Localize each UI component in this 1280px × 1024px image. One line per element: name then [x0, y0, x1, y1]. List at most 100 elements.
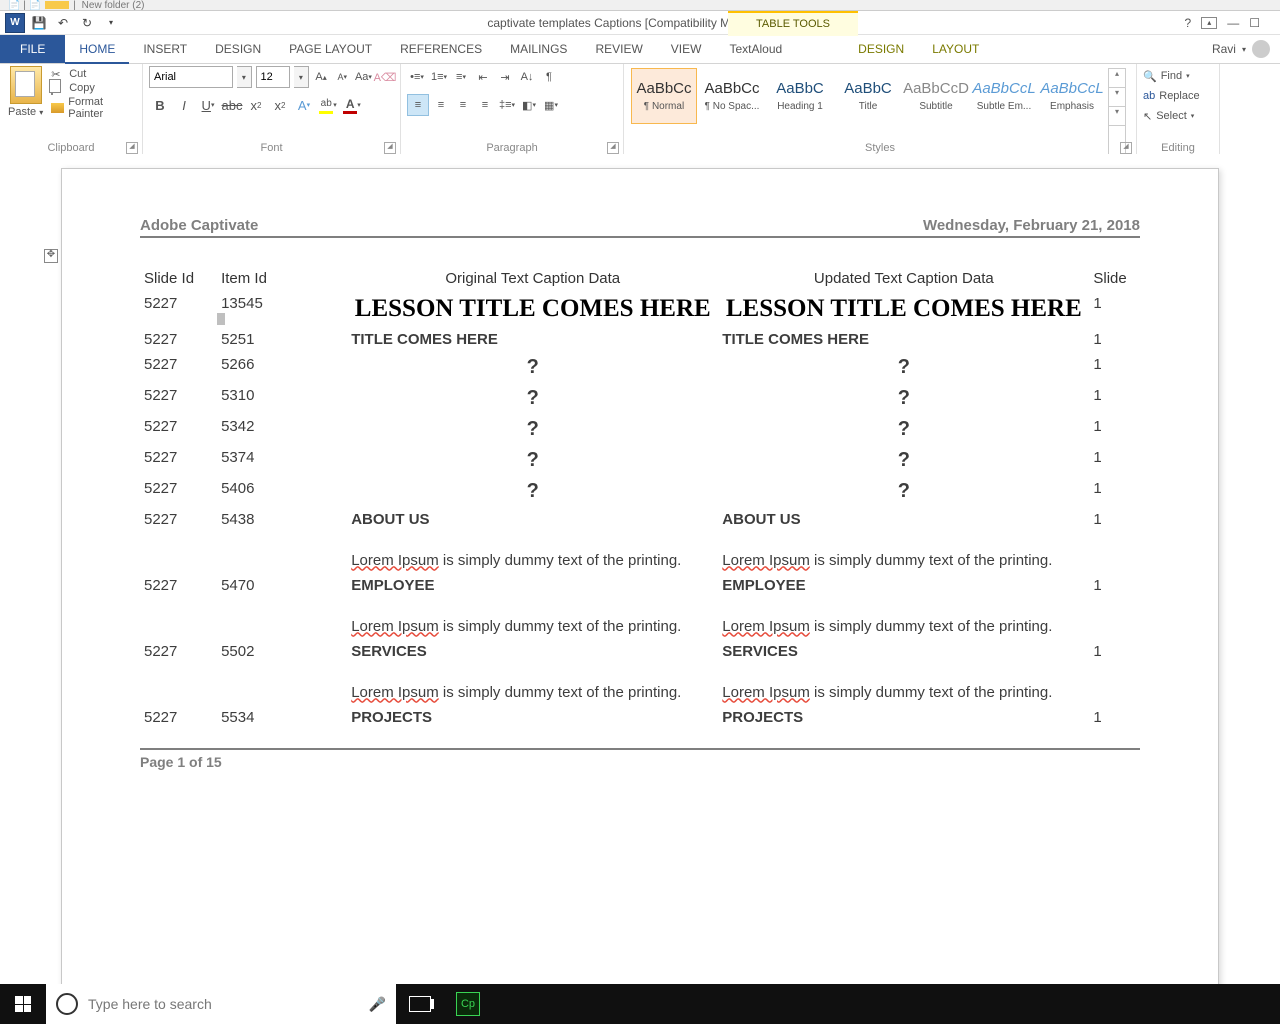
strikethrough-button[interactable]: abc [221, 95, 243, 115]
clear-formatting-button[interactable]: A⌫ [376, 67, 394, 87]
align-right-button[interactable]: ≡ [453, 95, 473, 115]
table-row[interactable]: 52275374??1 [140, 445, 1140, 476]
shading-button[interactable]: ◧▾ [519, 95, 539, 115]
copy-button[interactable]: Copy [51, 82, 136, 94]
find-button[interactable]: 🔍Find▾ [1143, 66, 1213, 86]
caption-table[interactable]: Slide Id Item Id Original Text Caption D… [140, 266, 1140, 730]
style-normal[interactable]: AaBbCc¶ Normal [631, 68, 697, 124]
tab-home[interactable]: HOME [65, 35, 129, 64]
table-row[interactable]: 52275406??1 [140, 476, 1140, 507]
task-view-icon [409, 996, 431, 1012]
mic-icon[interactable]: 🎤 [369, 996, 386, 1013]
word-app-icon[interactable]: W [4, 13, 26, 33]
table-move-handle-icon[interactable]: ✥ [44, 249, 58, 263]
qat-customize-icon[interactable]: ▾ [100, 13, 122, 33]
ribbon-display-icon[interactable]: ▴ [1201, 17, 1217, 29]
save-icon[interactable]: 💾 [28, 13, 50, 33]
underline-button[interactable]: U▾ [197, 95, 219, 115]
document-page[interactable]: ✥ Adobe Captivate Wednesday, February 21… [61, 168, 1219, 984]
tab-design[interactable]: DESIGN [201, 35, 275, 63]
clipboard-dialog-launcher[interactable]: ◢ [126, 142, 138, 154]
tab-insert[interactable]: INSERT [129, 35, 201, 63]
show-marks-button[interactable]: ¶ [539, 67, 559, 87]
paragraph-dialog-launcher[interactable]: ◢ [607, 142, 619, 154]
user-name[interactable]: Ravi [1212, 42, 1236, 56]
font-dialog-launcher[interactable]: ◢ [384, 142, 396, 154]
table-row[interactable]: 52275502SERVICESSERVICES1 [140, 639, 1140, 664]
multilevel-list-button[interactable]: ≡▾ [451, 67, 471, 87]
tab-mailings[interactable]: MAILINGS [496, 35, 581, 63]
font-color-button[interactable]: A▾ [341, 95, 363, 115]
tab-textaloud[interactable]: TextAloud [715, 35, 796, 63]
maximize-icon[interactable]: ☐ [1249, 16, 1260, 30]
start-button[interactable] [0, 984, 46, 1024]
borders-button[interactable]: ▦▾ [541, 95, 561, 115]
grow-font-button[interactable]: A▴ [313, 67, 330, 87]
numbering-button[interactable]: 1≡▾ [429, 67, 449, 87]
table-row[interactable]: 52275251TITLE COMES HERETITLE COMES HERE… [140, 327, 1140, 352]
change-case-button[interactable]: Aa▾ [355, 67, 372, 87]
styles-dialog-launcher[interactable]: ◢ [1120, 142, 1132, 154]
justify-button[interactable]: ≡ [475, 95, 495, 115]
table-row[interactable]: Lorem Ipsum is simply dummy text of the … [140, 532, 1140, 573]
select-button[interactable]: ↖Select▾ [1143, 106, 1213, 126]
task-view-button[interactable] [396, 984, 444, 1024]
text-effects-button[interactable]: A▾ [293, 95, 315, 115]
find-icon: 🔍 [1143, 70, 1157, 83]
paste-button[interactable]: Paste ▾ [6, 66, 45, 120]
font-size-dropdown-icon[interactable]: ▾ [294, 66, 308, 88]
sort-button[interactable]: A↓ [517, 67, 537, 87]
help-icon[interactable]: ? [1185, 16, 1192, 30]
replace-button[interactable]: abReplace [1143, 86, 1213, 106]
table-row[interactable]: 52275438ABOUT USABOUT US1 [140, 507, 1140, 532]
table-row[interactable]: 52275310??1 [140, 383, 1140, 414]
increase-indent-button[interactable]: ⇥ [495, 67, 515, 87]
style-subtitle[interactable]: AaBbCcDSubtitle [903, 68, 969, 124]
table-row[interactable]: Lorem Ipsum is simply dummy text of the … [140, 664, 1140, 705]
bullets-button[interactable]: •≡▾ [407, 67, 427, 87]
ribbon: Paste ▾ ✂Cut Copy Format Painter Clipboa… [0, 64, 1280, 157]
style-subtleem[interactable]: AaBbCcLSubtle Em... [971, 68, 1037, 124]
font-size-input[interactable]: 12 [256, 66, 291, 88]
header-left: Adobe Captivate [140, 217, 258, 234]
redo-icon[interactable]: ↻ [76, 13, 98, 33]
style-nospac[interactable]: AaBbCc¶ No Spac... [699, 68, 765, 124]
taskbar-search[interactable]: Type here to search 🎤 [46, 984, 396, 1024]
undo-icon[interactable]: ↶ [52, 13, 74, 33]
style-emphasis[interactable]: AaBbCcLEmphasis [1039, 68, 1105, 124]
line-spacing-button[interactable]: ‡≡▾ [497, 95, 517, 115]
minimize-icon[interactable]: — [1227, 16, 1239, 30]
user-avatar-icon[interactable] [1252, 40, 1270, 58]
copy-icon [51, 81, 53, 95]
font-name-input[interactable]: Arial [149, 66, 233, 88]
style-heading[interactable]: AaBbCHeading 1 [767, 68, 833, 124]
cut-button[interactable]: ✂Cut [51, 68, 136, 80]
decrease-indent-button[interactable]: ⇤ [473, 67, 493, 87]
tab-review[interactable]: REVIEW [581, 35, 656, 63]
italic-button[interactable]: I [173, 95, 195, 115]
table-row[interactable]: 522713545LESSON TITLE COMES HERELESSON T… [140, 291, 1140, 327]
taskbar-captivate[interactable]: Cp [444, 984, 492, 1024]
tab-file[interactable]: FILE [0, 35, 65, 63]
tab-page-layout[interactable]: PAGE LAYOUT [275, 35, 386, 63]
superscript-button[interactable]: x2 [269, 95, 291, 115]
align-left-button[interactable]: ≡ [407, 94, 429, 116]
style-title[interactable]: AaBbCTitle [835, 68, 901, 124]
table-row[interactable]: Lorem Ipsum is simply dummy text of the … [140, 598, 1140, 639]
subscript-button[interactable]: x2 [245, 95, 267, 115]
tab-tool-design[interactable]: DESIGN [844, 35, 918, 63]
font-name-dropdown-icon[interactable]: ▾ [237, 66, 251, 88]
format-painter-button[interactable]: Format Painter [51, 96, 136, 120]
shrink-font-button[interactable]: A▾ [334, 67, 351, 87]
table-row[interactable]: 52275342??1 [140, 414, 1140, 445]
tab-tool-layout[interactable]: LAYOUT [918, 35, 993, 63]
highlight-button[interactable]: ab▾ [317, 95, 339, 115]
table-row[interactable]: 52275470EMPLOYEEEMPLOYEE1 [140, 573, 1140, 598]
table-row[interactable]: 52275534PROJECTSPROJECTS1 [140, 705, 1140, 730]
tab-view[interactable]: VIEW [657, 35, 716, 63]
bold-button[interactable]: B [149, 95, 171, 115]
table-row[interactable]: 52275266??1 [140, 352, 1140, 383]
tab-references[interactable]: REFERENCES [386, 35, 496, 63]
align-center-button[interactable]: ≡ [431, 95, 451, 115]
document-area[interactable]: ✥ Adobe Captivate Wednesday, February 21… [0, 154, 1280, 984]
